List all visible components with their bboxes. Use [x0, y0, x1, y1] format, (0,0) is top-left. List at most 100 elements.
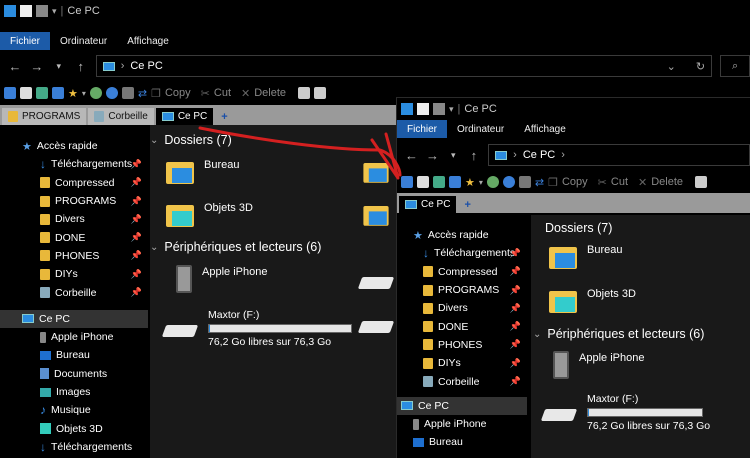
nav-this-pc[interactable]: Ce PC [397, 396, 527, 415]
device-item-iphone[interactable]: Apple iPhone [176, 265, 267, 293]
nav-item-downloads[interactable]: ↓ Téléchargements 📌 [397, 244, 527, 262]
view-icon[interactable] [20, 87, 32, 99]
folder-item-documents[interactable] [362, 158, 390, 186]
cut-icon[interactable]: ✂ [598, 176, 607, 189]
new-folder-icon[interactable] [36, 5, 48, 17]
nav-this-pc[interactable]: Ce PC [0, 309, 148, 328]
properties-icon[interactable] [417, 103, 429, 115]
delete-icon[interactable]: ✕ [241, 87, 250, 100]
nav-item-compressed[interactable]: Compressed 📌 [0, 174, 148, 192]
dropdown-icon[interactable]: ▾ [82, 89, 86, 98]
section-devices-header[interactable]: ⌄ Périphériques et lecteurs (6) [150, 240, 321, 254]
nav-quick-access[interactable]: ★ Accès rapide [0, 137, 148, 155]
folder-item-desktop[interactable]: Bureau [549, 243, 622, 271]
nav-item-done[interactable]: DONE 📌 [397, 317, 527, 335]
device-item-maxtor[interactable]: Maxtor (F:) 76,2 Go libres sur 76,3 Go [543, 393, 710, 432]
tools-icon[interactable] [121, 87, 134, 99]
forward-icon[interactable]: → [30, 59, 44, 74]
nav-item-diys[interactable]: DIYs 📌 [0, 265, 148, 283]
globe-icon[interactable] [486, 176, 499, 188]
ribbon-tab-computer[interactable]: Ordinateur [447, 120, 514, 138]
add-tab-button[interactable]: + [458, 196, 476, 213]
copy-button[interactable]: Copy [165, 87, 191, 99]
network-icon[interactable] [433, 176, 445, 188]
nav-item-recycle-bin[interactable]: Corbeille 📌 [397, 372, 527, 390]
cut-button[interactable]: Cut [214, 87, 231, 99]
ribbon-tab-view[interactable]: Affichage [514, 120, 576, 138]
delete-button[interactable]: Delete [651, 176, 683, 188]
star-icon[interactable]: ★ [68, 87, 78, 100]
network-icon[interactable] [36, 87, 48, 99]
select-icon[interactable] [298, 87, 311, 99]
copy-icon[interactable]: ❐ [151, 87, 161, 100]
sync-icon[interactable]: ⇄ [138, 87, 147, 100]
pin-icon[interactable] [52, 87, 64, 99]
navigate-icon[interactable] [502, 176, 515, 188]
rename-icon[interactable] [314, 87, 327, 99]
tab-recycle-bin[interactable]: Corbeille [88, 108, 154, 125]
navigate-icon[interactable] [105, 87, 118, 99]
device-item-maxtor[interactable]: Maxtor (F:) 76,2 Go libres sur 76,3 Go [164, 309, 352, 348]
nav-item-phones[interactable]: PHONES 📌 [397, 336, 527, 354]
nav-quick-access[interactable]: ★ Accès rapide [397, 226, 527, 244]
nav-item-recycle-bin[interactable]: Corbeille 📌 [0, 283, 148, 301]
ribbon-tab-view[interactable]: Affichage [117, 32, 179, 50]
copy-icon[interactable]: ❐ [548, 176, 558, 189]
tools-icon[interactable] [518, 176, 531, 188]
nav-item-diys[interactable]: DIYs 📌 [397, 354, 527, 372]
folder-item-3d-objects[interactable]: Objets 3D [166, 201, 253, 229]
nav-item-documents[interactable]: Documents [0, 365, 148, 383]
device-item-optical-drive[interactable] [360, 315, 394, 335]
nav-item-3d-objects[interactable]: Objets 3D [0, 419, 148, 437]
back-icon[interactable]: ← [405, 148, 418, 163]
tab-programs[interactable]: PROGRAMS [2, 108, 87, 125]
nav-item-divers[interactable]: Divers 📌 [0, 210, 148, 228]
ribbon-tab-file[interactable]: Fichier [397, 120, 448, 138]
dropdown-icon[interactable]: ▾ [479, 178, 483, 187]
refresh-icon[interactable]: ↻ [696, 60, 705, 73]
nav-item-programs[interactable]: PROGRAMS 📌 [397, 281, 527, 299]
globe-icon[interactable] [89, 87, 102, 99]
nav-item-desktop[interactable]: Bureau [0, 346, 148, 364]
nav-item-phones[interactable]: PHONES 📌 [0, 247, 148, 265]
pin-icon[interactable] [449, 176, 461, 188]
address-dropdown-icon[interactable]: ⌄ [667, 60, 676, 73]
sync-icon[interactable]: ⇄ [535, 176, 544, 189]
properties-icon[interactable] [20, 5, 32, 17]
cut-button[interactable]: Cut [611, 176, 628, 188]
copy-button[interactable]: Copy [562, 176, 588, 188]
address-box[interactable]: › Ce PC › [488, 144, 750, 166]
nav-item-music[interactable]: ♪ Musique [0, 401, 148, 419]
delete-icon[interactable]: ✕ [638, 176, 647, 189]
section-devices-header[interactable]: ⌄ Périphériques et lecteurs (6) [533, 327, 704, 341]
section-folders-header[interactable]: Dossiers (7) [545, 221, 612, 235]
up-folder-icon[interactable] [4, 87, 16, 99]
folder-item-desktop[interactable]: Bureau [166, 158, 239, 186]
nav-item-pictures[interactable]: Images [0, 383, 148, 401]
new-folder-icon[interactable] [433, 103, 445, 115]
nav-item-iphone[interactable]: Apple iPhone [0, 328, 148, 346]
delete-button[interactable]: Delete [254, 87, 286, 99]
customize-toolbar-icon[interactable]: ▾ [449, 104, 454, 115]
device-item-iphone[interactable]: Apple iPhone [553, 351, 644, 379]
customize-toolbar-icon[interactable]: ▾ [52, 6, 57, 17]
star-icon[interactable]: ★ [465, 176, 475, 189]
section-folders-header[interactable]: ⌄ Dossiers (7) [150, 133, 232, 147]
nav-item-divers[interactable]: Divers 📌 [397, 299, 527, 317]
ribbon-tab-file[interactable]: Fichier [0, 32, 51, 50]
tab-this-pc[interactable]: Ce PC [399, 196, 457, 213]
up-icon[interactable]: ↑ [74, 59, 88, 74]
device-item-windows-drive[interactable] [360, 271, 394, 291]
ribbon-tab-computer[interactable]: Ordinateur [50, 32, 117, 50]
nav-item-programs[interactable]: PROGRAMS 📌 [0, 192, 148, 210]
back-icon[interactable]: ← [8, 59, 22, 74]
tab-this-pc[interactable]: Ce PC [155, 108, 214, 125]
folder-item-3d-objects[interactable]: Objets 3D [549, 287, 636, 315]
nav-item-downloads[interactable]: ↓ Téléchargements 📌 [0, 155, 148, 173]
recent-locations-icon[interactable]: ▾ [447, 150, 460, 161]
nav-item-done[interactable]: DONE 📌 [0, 228, 148, 246]
nav-item-desktop[interactable]: Bureau [397, 433, 527, 451]
search-box[interactable]: ⌕ [720, 55, 750, 77]
up-icon[interactable]: ↑ [468, 148, 481, 163]
address-box[interactable]: › Ce PC ⌄ ↻ [95, 55, 713, 77]
